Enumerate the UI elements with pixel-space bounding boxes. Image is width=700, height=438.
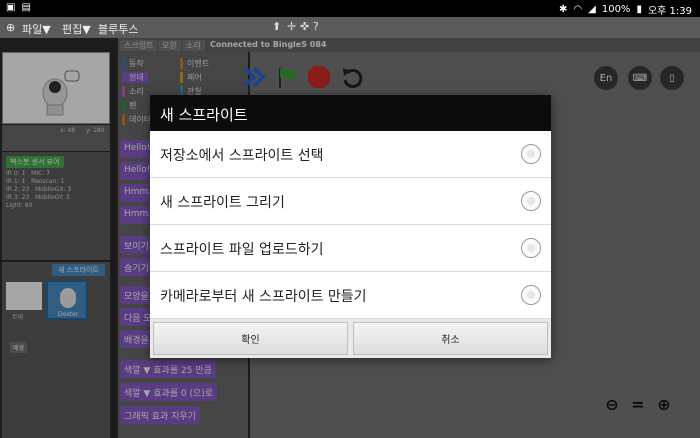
signal-icon: ◢ [588,4,596,15]
shrink-icon[interactable]: ✜ [300,20,309,33]
option-label: 카메라로부터 새 스프라이트 만들기 [160,289,367,305]
status-bar: ▣ ▤ ✱ ◠ ◢ 100% ▮ 오후 1:39 [0,0,700,17]
bluetooth-icon: ✱ [559,4,568,15]
dialog-title: 새 스프라이트 [150,95,551,131]
radio-button[interactable] [521,238,541,258]
stamp-icon[interactable]: ⬆ [272,20,281,33]
battery-icon: ▮ [636,4,642,15]
bluetooth-menu[interactable]: 블루투스 [98,21,138,37]
help-icon[interactable]: ? [313,20,319,33]
option-paint-new-sprite[interactable]: 새 스프라이트 그리기 [150,178,551,225]
option-upload-sprite-file[interactable]: 스프라이트 파일 업로드하기 [150,225,551,272]
option-choose-from-library[interactable]: 저장소에서 스프라이트 선택 [150,131,551,178]
notification-icon: ▣ [6,2,16,13]
file-menu[interactable]: 파일▼ [22,21,51,37]
grow-icon[interactable]: ✛ [287,20,296,33]
radio-button[interactable] [521,191,541,211]
option-sprite-from-camera[interactable]: 카메라로부터 새 스프라이트 만들기 [150,272,551,319]
edit-menu[interactable]: 편집▼ [62,21,91,37]
cancel-button[interactable]: 취소 [353,322,548,355]
clock: 오후 1:39 [647,6,692,17]
wifi-icon: ◠ [573,4,583,15]
ok-button[interactable]: 확인 [153,322,348,355]
radio-button[interactable] [521,285,541,305]
new-sprite-dialog: 새 스프라이트 저장소에서 스프라이트 선택 새 스프라이트 그리기 스프라이트… [150,95,551,358]
menu-bar: ⊕ 파일▼ 편집▼ 블루투스 ⬆ ✛ ✜ ? [0,17,700,38]
option-label: 새 스프라이트 그리기 [160,195,285,211]
radio-button[interactable] [521,144,541,164]
battery-level: 100% [601,4,631,15]
option-label: 저장소에서 스프라이트 선택 [160,148,324,164]
globe-icon[interactable]: ⊕ [6,21,15,34]
notification-icon: ▤ [21,2,31,13]
option-label: 스프라이트 파일 업로드하기 [160,242,324,258]
dialog-footer: 확인 취소 [150,319,551,358]
